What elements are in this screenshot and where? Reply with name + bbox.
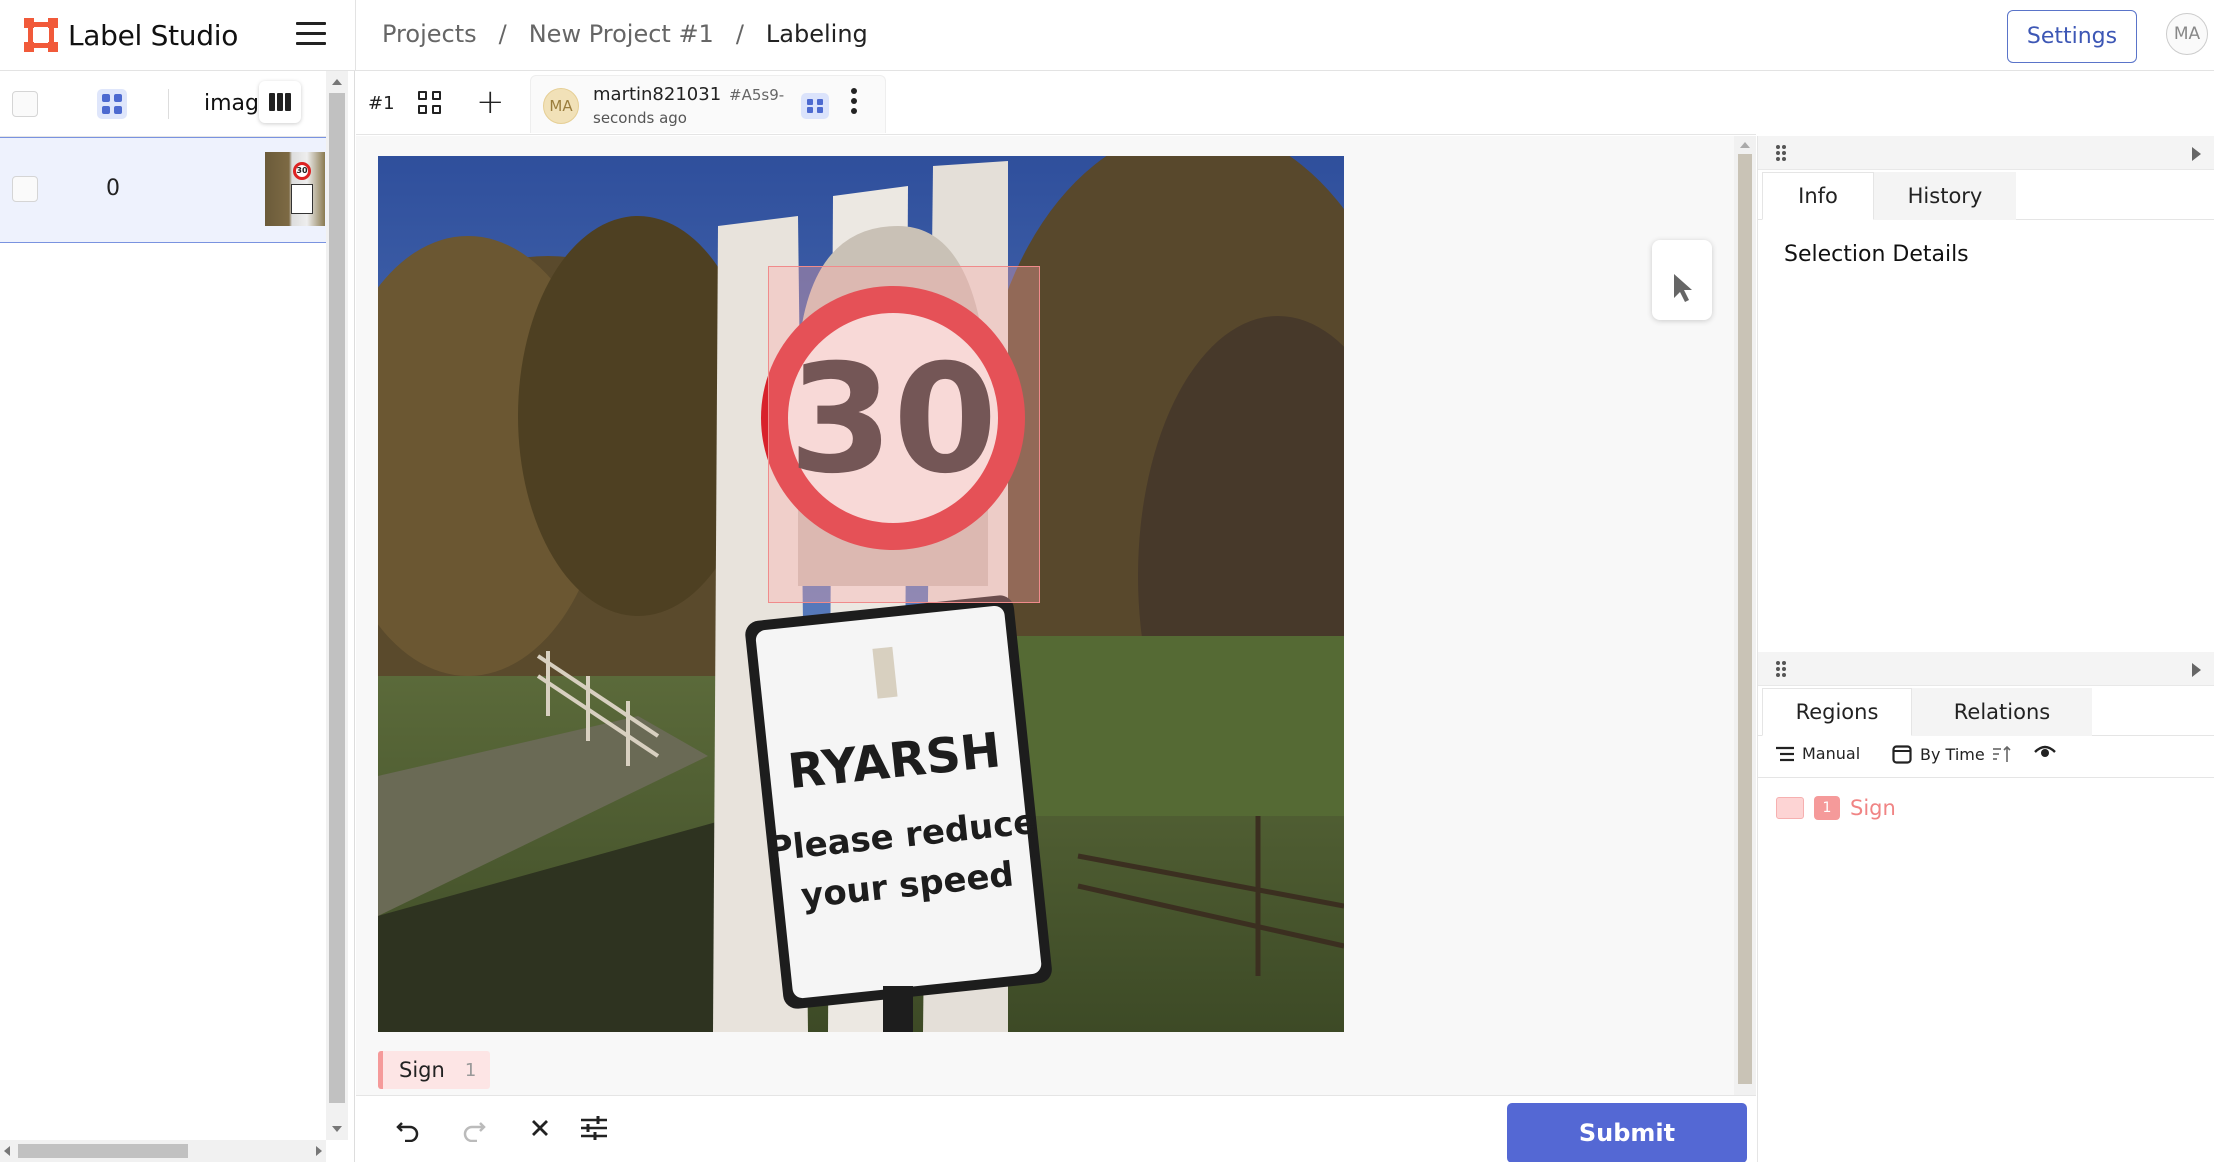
info-tabs: Info History [1758, 172, 2214, 220]
selection-details-title: Selection Details [1784, 242, 1969, 267]
region-tabs: Regions Relations [1758, 688, 2214, 736]
top-bar: Label Studio Projects / New Project #1 /… [0, 0, 2214, 71]
redo-icon[interactable] [452, 1106, 496, 1150]
add-annotation-icon[interactable]: + [476, 85, 505, 119]
task-image[interactable]: 30 RYARSH Please reduce your speed [378, 156, 1344, 1032]
annotation-number: #1 [368, 93, 395, 114]
annotation-hash: #A5s9- [729, 86, 785, 104]
tab-info[interactable]: Info [1762, 172, 1874, 220]
side-panel: Info History Selection Details Regions R… [1757, 136, 2214, 1162]
annotator-name: martin821031 [593, 84, 722, 105]
selection-tool-icon[interactable] [1652, 240, 1712, 320]
breadcrumb-separator: / [735, 20, 744, 48]
annotations-grid-icon[interactable] [418, 91, 442, 115]
tab-history[interactable]: History [1874, 172, 2016, 220]
breadcrumb-current: Labeling [765, 20, 868, 48]
task-row[interactable]: 0 30 [0, 137, 326, 243]
list-icon [1776, 746, 1794, 761]
breadcrumb-projects[interactable]: Projects [382, 20, 477, 48]
task-row-checkbox[interactable] [12, 176, 38, 202]
order-label: By Time [1920, 744, 1985, 764]
sliders-icon[interactable] [572, 1106, 616, 1150]
annotation-tab[interactable]: MA martin821031 #A5s9- seconds ago [530, 75, 886, 133]
close-icon[interactable] [518, 1106, 562, 1150]
annotation-time: seconds ago [593, 109, 687, 127]
breadcrumb-project[interactable]: New Project #1 [529, 20, 714, 48]
label-studio-logo-icon [24, 18, 58, 52]
task-list-header: image [0, 71, 326, 137]
collapse-panel-icon[interactable] [2192, 147, 2201, 161]
region-toolbar: Manual By Time [1758, 730, 2214, 778]
select-all-checkbox[interactable] [12, 91, 38, 117]
labeling-canvas: 30 RYARSH Please reduce your speed Sign … [356, 136, 1756, 1095]
undo-icon[interactable] [386, 1106, 430, 1150]
app-name: Label Studio [68, 18, 239, 52]
annotation-tab-bar: #1 + MA martin821031 #A5s9- seconds ago [356, 71, 1756, 135]
region-index: 1 [1814, 796, 1840, 820]
region-list-item[interactable]: 1 Sign [1776, 796, 1896, 820]
settings-button[interactable]: Settings [2007, 10, 2137, 63]
region-bounding-box[interactable] [768, 266, 1040, 603]
task-list-horizontal-scrollbar[interactable] [0, 1140, 326, 1162]
columns-icon[interactable] [259, 81, 301, 123]
app-logo[interactable]: Label Studio [24, 18, 238, 52]
panel-drag-handle[interactable] [1758, 136, 2214, 170]
group-manual-button[interactable]: Manual [1776, 744, 1860, 763]
annotator-avatar: MA [543, 88, 579, 124]
label-sign[interactable]: Sign 1 [378, 1051, 491, 1089]
region-label: Sign [1850, 796, 1896, 820]
eye-icon[interactable] [2034, 744, 2056, 760]
calendar-icon [1892, 745, 1912, 764]
menu-icon[interactable] [296, 22, 326, 48]
sort-icon [1992, 745, 2011, 762]
tab-regions[interactable]: Regions [1762, 688, 1912, 736]
order-by-time-button[interactable]: By Time [1892, 744, 2013, 764]
rectangle-region-icon [1776, 797, 1804, 819]
view-grid-icon[interactable] [97, 89, 127, 119]
task-id: 0 [106, 176, 120, 201]
canvas-scrollbar[interactable] [1734, 136, 1756, 1095]
breadcrumb: Projects / New Project #1 / Labeling [382, 20, 868, 48]
tab-relations[interactable]: Relations [1912, 688, 2092, 736]
submit-button[interactable]: Submit [1507, 1103, 1747, 1162]
task-list-panel: image 0 30 [0, 71, 355, 1162]
annotation-type-icon [801, 93, 829, 119]
collapse-panel-icon[interactable] [2192, 663, 2201, 677]
user-avatar[interactable]: MA [2166, 13, 2208, 55]
label-hotkey: 1 [464, 1059, 477, 1081]
annotation-controls: Submit [356, 1095, 1756, 1162]
panel-drag-handle[interactable] [1758, 652, 2214, 686]
task-thumbnail: 30 [265, 152, 325, 226]
task-list-vertical-scrollbar[interactable] [326, 71, 348, 1140]
more-options-icon[interactable] [849, 88, 859, 122]
breadcrumb-separator: / [498, 20, 507, 48]
label-name: Sign [399, 1058, 445, 1082]
group-label: Manual [1802, 744, 1861, 763]
